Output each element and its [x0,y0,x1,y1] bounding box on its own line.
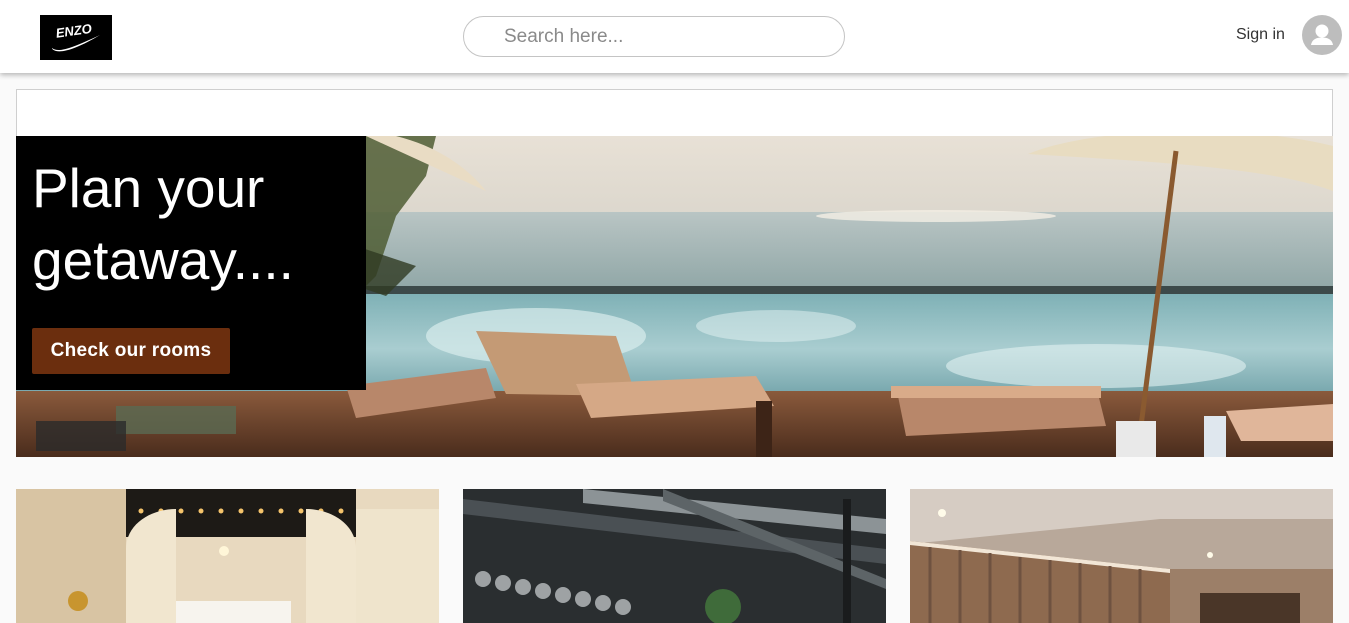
swoosh-logo-icon: ENZO [52,21,100,52]
hero-banner: Plan your getaway.... Check our rooms [16,136,1333,457]
user-icon [1311,24,1333,45]
top-header: ENZO Sign in [0,0,1349,73]
hero-promo-panel: Plan your getaway.... Check our rooms [16,136,366,390]
search-bar [463,16,845,57]
sign-in-link[interactable]: Sign in [1236,26,1285,44]
room-card[interactable] [910,489,1333,623]
brand-logo[interactable]: ENZO [40,15,112,60]
user-avatar[interactable] [1302,15,1342,55]
restaurant-photo-icon [463,489,886,623]
restaurant-card[interactable] [463,489,886,623]
hero-title: Plan your getaway.... [32,157,294,291]
category-nav-bar [16,89,1333,136]
check-rooms-button[interactable]: Check our rooms [32,328,230,374]
room-photo-icon [910,489,1333,623]
lobby-card[interactable] [16,489,439,623]
svg-text:ENZO: ENZO [55,21,93,41]
lobby-photo-icon [16,489,439,623]
search-input[interactable] [463,16,845,57]
